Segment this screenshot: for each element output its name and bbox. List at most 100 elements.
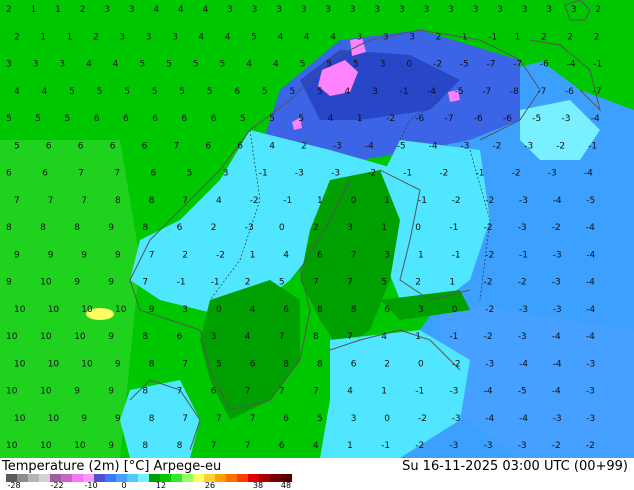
temperature-value: 5: [179, 87, 185, 97]
temperature-value: 2: [80, 5, 86, 15]
temperature-value: 5: [65, 114, 71, 124]
temperature-value: 8: [177, 441, 183, 451]
temperature-value: 7: [78, 169, 84, 179]
temperature-value: 5: [6, 114, 12, 124]
temperature-value: 1: [415, 332, 421, 342]
temperature-value: -4: [552, 332, 561, 342]
scale-tick: -28: [7, 481, 21, 490]
temperature-value: 2: [313, 223, 319, 233]
temperature-value: -1: [593, 60, 602, 70]
temperature-value: 4: [14, 87, 20, 97]
temperature-value: 3: [522, 5, 528, 15]
temperature-value: -4: [552, 387, 561, 397]
temperature-value: -2: [485, 305, 494, 315]
temperature-value: -4: [553, 359, 562, 369]
temperature-value: -2: [518, 278, 527, 288]
temperature-value: 7: [14, 196, 20, 206]
map-footer: Temperature (2m) [°C] Arpege-eu Su 16-11…: [0, 458, 634, 490]
temperature-value: 2: [541, 32, 547, 42]
temperature-value: 6: [42, 169, 48, 179]
temperature-value: 5: [240, 114, 246, 124]
temperature-value: 7: [245, 387, 251, 397]
color-scale-swatch: [39, 474, 51, 482]
temperature-value: -3: [484, 441, 493, 451]
temperature-value: -2: [586, 441, 595, 451]
color-scale-swatch: [28, 474, 40, 482]
temperature-value: -2: [250, 196, 259, 206]
temperature-value: -1: [449, 332, 458, 342]
temperature-value: 4: [86, 60, 92, 70]
temperature-value: -3: [245, 223, 254, 233]
temperature-value: 5: [140, 60, 146, 70]
temperature-value: -3: [562, 114, 571, 124]
temperature-value: 1: [357, 114, 363, 124]
temperature-value: 3: [301, 5, 307, 15]
temperature-value: -2: [418, 414, 427, 424]
temperature-value: -3: [331, 169, 340, 179]
temperature-value: -2: [452, 196, 461, 206]
temperature-value: 4: [269, 141, 275, 151]
temperature-value: 3: [350, 5, 356, 15]
temperature-value: 6: [6, 169, 12, 179]
temperature-value: -6: [415, 114, 424, 124]
temperature-value: 7: [182, 414, 188, 424]
temperature-value: 2: [436, 32, 442, 42]
temperature-value: -4: [586, 305, 595, 315]
temperature-value: 8: [6, 223, 12, 233]
temperature-value: -4: [429, 141, 438, 151]
temperature-value: -3: [518, 332, 527, 342]
temperature-value: 5: [216, 359, 222, 369]
temperature-value: 1: [384, 196, 390, 206]
temperature-value: -1: [476, 169, 485, 179]
temperature-value: 2: [14, 32, 20, 42]
temperature-value: 3: [399, 5, 405, 15]
temperature-value: -4: [484, 387, 493, 397]
temperature-value: 2: [595, 5, 601, 15]
temperature-value: 7: [279, 387, 285, 397]
temperature-value: 6: [237, 141, 243, 151]
temperature-value: 8: [40, 223, 46, 233]
temperature-value: -2: [512, 169, 521, 179]
temperature-value: 8: [313, 332, 319, 342]
temperature-value: 8: [283, 359, 289, 369]
temperature-value: -4: [519, 359, 528, 369]
temperature-value: 0: [415, 223, 421, 233]
temperature-value: -4: [427, 87, 436, 97]
temperature-value: 7: [81, 196, 87, 206]
color-scale-bar: [6, 474, 292, 482]
temperature-value: 6: [283, 414, 289, 424]
temperature-value: 9: [48, 250, 54, 260]
temperature-value: 1: [31, 5, 37, 15]
temperature-value: -2: [552, 223, 561, 233]
temperature-value: 4: [345, 87, 351, 97]
temperature-value: -3: [586, 414, 595, 424]
color-scale-swatch: [72, 474, 84, 482]
temperature-value: 7: [245, 441, 251, 451]
temperature-value: 9: [108, 387, 114, 397]
temperature-value: 7: [216, 414, 222, 424]
temperature-value: 1: [449, 278, 455, 288]
temperature-value: 6: [234, 87, 240, 97]
temperature-value: 4: [313, 441, 319, 451]
temperature-value: 6: [384, 305, 390, 315]
scale-tick: 26: [204, 481, 216, 490]
temperature-value: 6: [250, 359, 256, 369]
temperature-value: -4: [586, 223, 595, 233]
temperature-value: -3: [519, 305, 528, 315]
temperature-value: 8: [115, 196, 121, 206]
temperature-value: 9: [115, 414, 121, 424]
temperature-value: 6: [46, 141, 52, 151]
temperature-value: 5: [187, 169, 193, 179]
temperature-value: 2: [211, 223, 217, 233]
temperature-value: 8: [142, 387, 148, 397]
temperature-value: -3: [485, 359, 494, 369]
temperature-value: 7: [177, 387, 183, 397]
temperature-value: 0: [418, 359, 424, 369]
temperature-value: 3: [325, 5, 331, 15]
temperature-value: 3: [129, 5, 135, 15]
temperature-value: -1: [418, 196, 427, 206]
temperature-value: 9: [108, 332, 114, 342]
temperature-value: 9: [6, 278, 12, 288]
temperature-value: 5: [290, 87, 296, 97]
temperature-value: 0: [406, 60, 412, 70]
